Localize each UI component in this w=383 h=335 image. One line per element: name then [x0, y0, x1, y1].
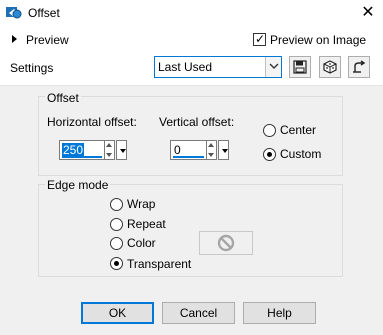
edge-mode-group-title: Edge mode — [45, 178, 111, 192]
help-button[interactable]: Help — [243, 302, 316, 324]
save-preset-icon — [293, 60, 307, 74]
reset-icon — [353, 60, 366, 73]
horizontal-offset-label: Horizontal offset: — [47, 115, 137, 129]
randomize-icon — [323, 60, 337, 74]
cancel-button[interactable]: Cancel — [162, 302, 235, 324]
dropdown-chevron-icon[interactable] — [265, 57, 281, 77]
wrap-radio-label[interactable]: Wrap — [127, 197, 155, 211]
vertical-offset-input[interactable]: 0 — [170, 140, 207, 160]
expand-triangle-icon[interactable] — [12, 35, 17, 43]
preview-on-image-label[interactable]: Preview on Image — [270, 33, 366, 47]
ok-button[interactable]: OK — [81, 302, 154, 324]
color-radio-label[interactable]: Color — [127, 236, 156, 250]
horizontal-offset-dropdown[interactable] — [116, 140, 127, 160]
title-bar: Offset ✕ — [0, 0, 383, 26]
vertical-offset-spin-arrows[interactable] — [207, 140, 217, 160]
transparent-radio[interactable] — [110, 257, 123, 270]
offset-group-title: Offset — [45, 91, 81, 105]
preview-on-image-checkbox[interactable]: ✓ — [253, 32, 266, 46]
center-radio[interactable] — [263, 124, 276, 137]
repeat-radio[interactable] — [110, 218, 123, 231]
transparent-radio-label[interactable]: Transparent — [127, 257, 191, 271]
edge-color-swatch[interactable] — [199, 231, 253, 255]
vertical-offset-dropdown[interactable] — [218, 140, 229, 160]
vertical-offset-stepper[interactable]: 0 — [170, 138, 238, 162]
app-icon — [6, 6, 22, 20]
wrap-radio[interactable] — [110, 198, 123, 211]
divider — [0, 85, 383, 86]
custom-radio[interactable] — [263, 148, 276, 161]
randomize-button[interactable] — [319, 56, 341, 78]
custom-radio-label[interactable]: Custom — [280, 147, 321, 161]
repeat-radio-label[interactable]: Repeat — [127, 217, 166, 231]
no-color-icon — [217, 234, 235, 252]
reset-button[interactable] — [348, 56, 370, 78]
save-preset-button[interactable] — [289, 56, 311, 78]
window-title: Offset — [28, 6, 60, 20]
settings-selected-value: Last Used — [158, 60, 213, 74]
settings-label: Settings — [10, 61, 54, 75]
vertical-offset-label: Vertical offset: — [159, 115, 235, 129]
settings-dropdown[interactable]: Last Used — [154, 56, 282, 78]
horizontal-offset-input[interactable]: 250 — [59, 140, 105, 160]
preview-toggle-label[interactable]: Preview — [26, 33, 69, 47]
center-radio-label[interactable]: Center — [280, 123, 316, 137]
close-icon[interactable]: ✕ — [357, 2, 379, 24]
color-radio[interactable] — [110, 237, 123, 250]
horizontal-offset-stepper[interactable]: 250 — [59, 138, 127, 162]
horizontal-offset-spin-arrows[interactable] — [105, 140, 115, 160]
